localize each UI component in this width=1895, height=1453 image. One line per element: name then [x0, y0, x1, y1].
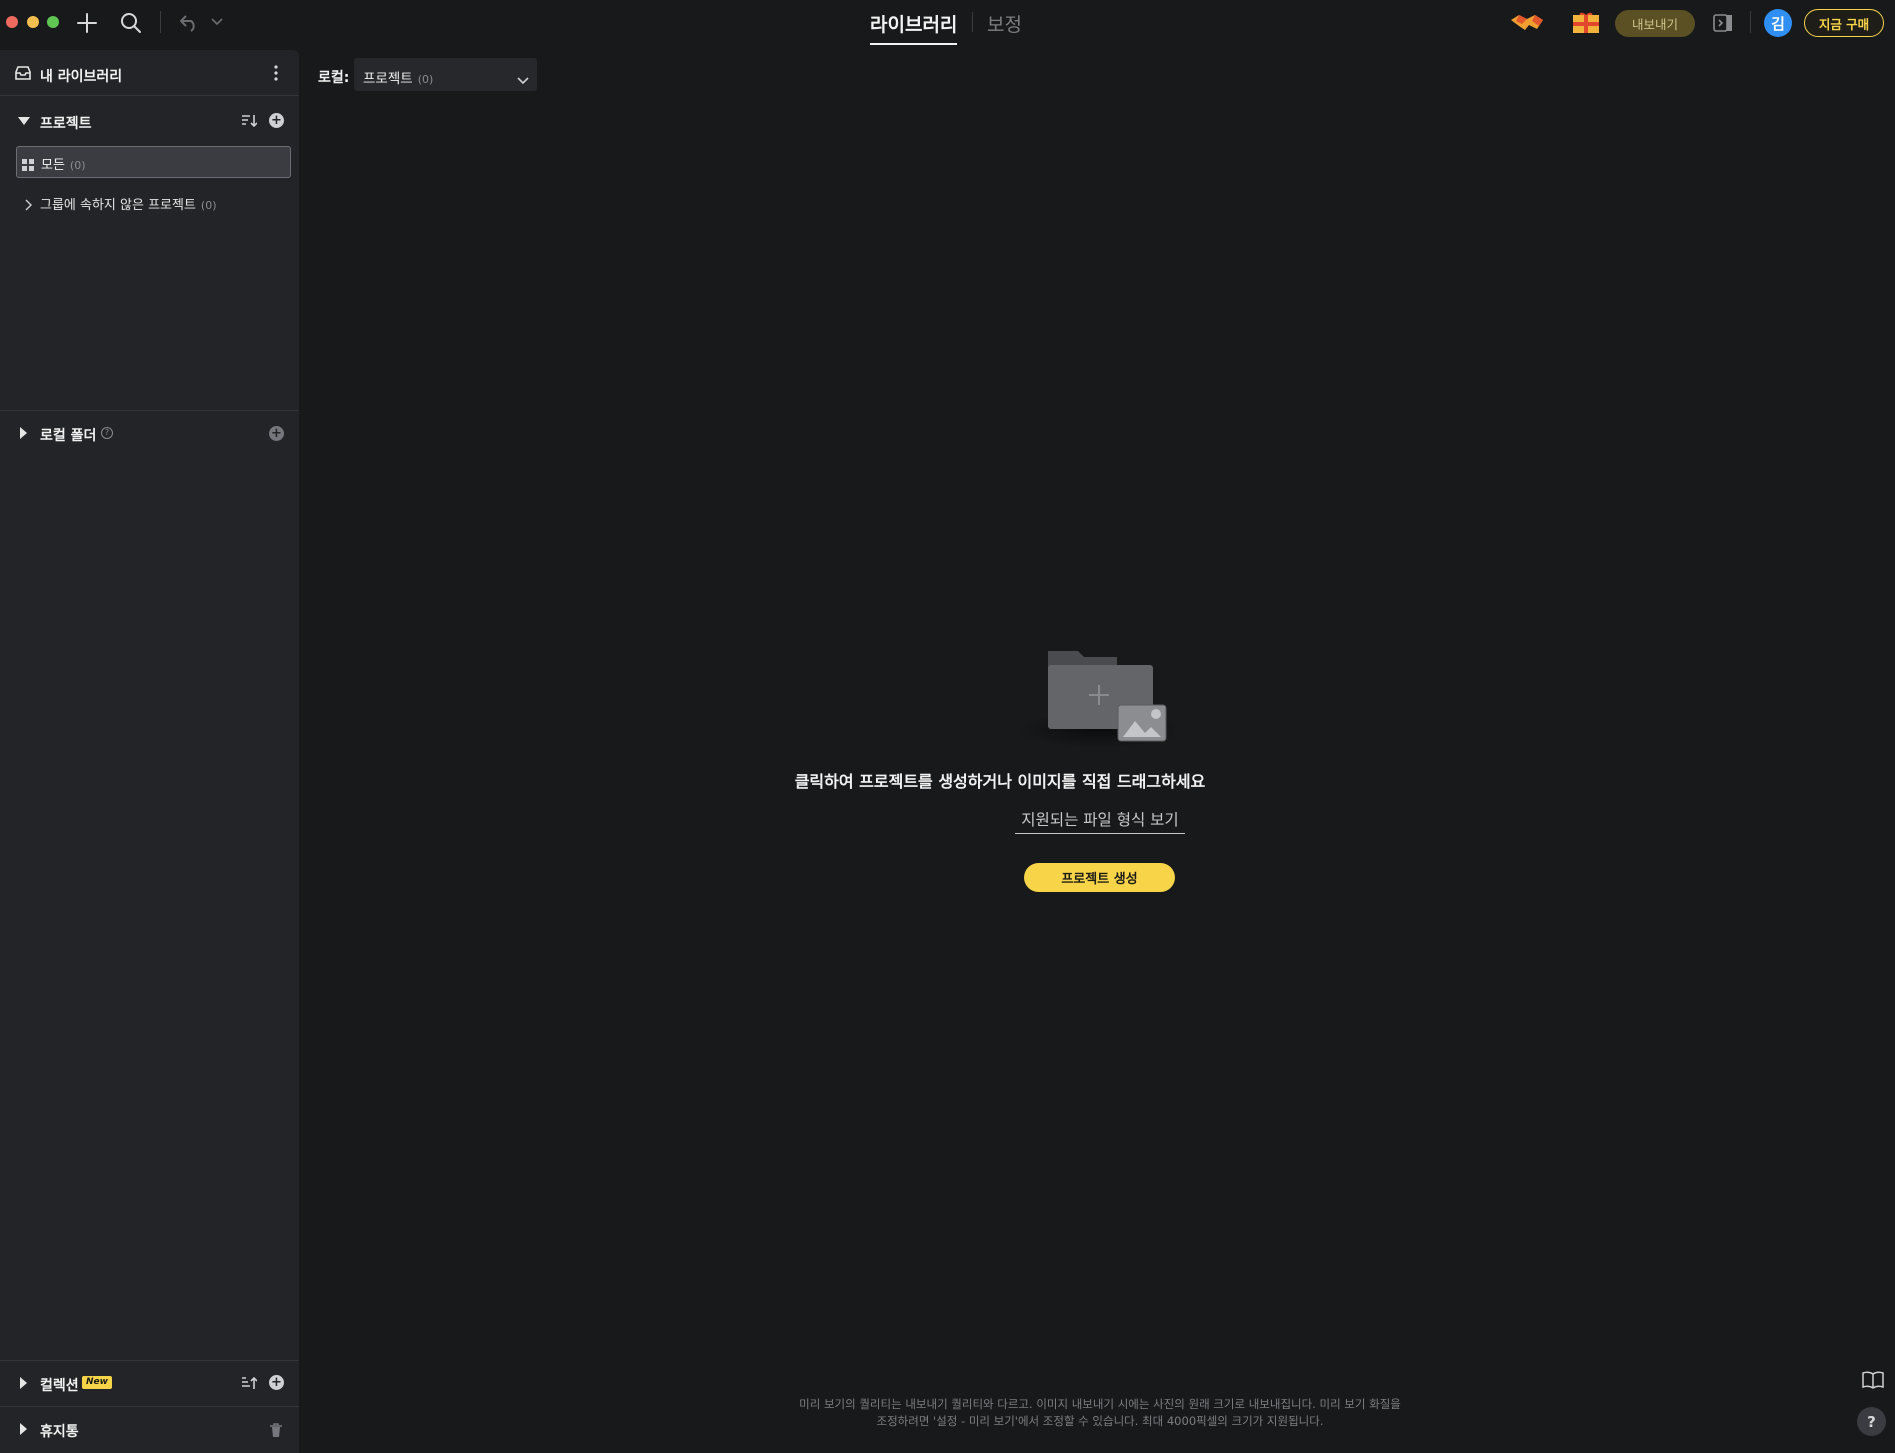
tab-edit[interactable]: 보정 — [987, 10, 1022, 43]
trash-expand-icon[interactable] — [20, 1423, 27, 1435]
local-folder-section-title[interactable]: 로컬 폴더 — [40, 425, 96, 445]
collection-section-title[interactable]: 컬렉션 — [40, 1375, 79, 1395]
sidebar-title: 내 라이브러리 — [40, 69, 123, 85]
filter-label: 로컬: — [318, 70, 350, 86]
projects-section-title[interactable]: 프로젝트 — [40, 113, 92, 133]
item-count: (0) — [69, 159, 86, 172]
sidebar-item-label: 모든 — [41, 158, 65, 173]
help-icon[interactable]: ? — [101, 427, 113, 439]
sort-icon[interactable] — [241, 1375, 258, 1391]
sidebar-item-ungrouped-projects[interactable]: 그룹에 속하지 않은 프로젝트 (0) — [40, 194, 217, 213]
top-bar: 라이브러리 보정 내보내기 김 지금 구매 — [0, 0, 1895, 46]
guide-book-icon[interactable] — [1862, 1371, 1884, 1389]
app-window: 라이브러리 보정 내보내기 김 지금 구매 내 라이브러리 프로젝트 + 모든 … — [0, 0, 1895, 1453]
section-divider — [0, 1360, 299, 1361]
buy-now-button[interactable]: 지금 구매 — [1804, 9, 1884, 37]
filter-select[interactable]: 프로젝트 (0) — [354, 58, 537, 91]
help-button[interactable]: ? — [1857, 1407, 1886, 1436]
create-project-button[interactable]: 프로젝트 생성 — [1024, 863, 1175, 892]
section-divider — [0, 1406, 299, 1407]
add-icon[interactable] — [75, 11, 99, 35]
sidebar: 내 라이브러리 프로젝트 + 모든 (0) 그룹에 속하지 않은 프로젝트 (0) … — [0, 50, 299, 1453]
local-folder-expand-icon[interactable] — [20, 427, 27, 439]
supported-formats-link[interactable]: 지원되는 파일 형식 보기 — [1015, 808, 1185, 834]
sidebar-item-label: 그룹에 속하지 않은 프로젝트 — [40, 198, 196, 213]
grid-icon — [22, 156, 34, 171]
sidebar-header: 내 라이브러리 — [0, 50, 299, 96]
panel-toggle-icon[interactable] — [1712, 12, 1734, 34]
filter-value: 프로젝트 — [363, 71, 413, 87]
add-collection-icon[interactable]: + — [269, 1375, 284, 1390]
trash-icon[interactable] — [270, 1422, 282, 1437]
more-options-icon[interactable] — [270, 64, 282, 82]
empty-state-title: 클릭하여 프로젝트를 생성하거나 이미지를 직접 드래그하세요 — [794, 772, 1206, 791]
search-icon[interactable] — [119, 11, 143, 35]
undo-icon[interactable] — [178, 12, 200, 34]
undo-history-chevron-down-icon[interactable] — [210, 15, 224, 29]
window-close-button[interactable] — [6, 16, 18, 28]
collection-expand-icon[interactable] — [20, 1377, 27, 1389]
export-button[interactable]: 내보내기 — [1615, 10, 1695, 37]
handshake-icon[interactable] — [1508, 10, 1546, 36]
preview-quality-footnote: 미리 보기의 퀄리티는 내보내기 퀄리티와 다르고. 이미지 내보내기 시에는 … — [760, 1396, 1440, 1430]
library-inbox-icon — [15, 65, 31, 80]
window-minimize-button[interactable] — [27, 16, 39, 28]
new-badge: New — [82, 1376, 112, 1389]
gift-icon[interactable] — [1571, 11, 1601, 35]
footnote-line: 미리 보기의 퀄리티는 내보내기 퀄리티와 다르고. 이미지 내보내기 시에는 … — [799, 1397, 1401, 1411]
avatar[interactable]: 김 — [1764, 9, 1792, 37]
add-local-folder-icon[interactable]: + — [269, 426, 284, 441]
add-project-icon[interactable]: + — [269, 113, 284, 128]
filter-count: (0) — [417, 73, 434, 86]
chevron-down-icon — [517, 70, 529, 85]
footnote-line: 조정하려면 '설정 - 미리 보기'에서 조정할 수 있습니다. 최대 4000… — [876, 1414, 1324, 1428]
window-zoom-button[interactable] — [47, 16, 59, 28]
sidebar-item-all-projects[interactable]: 모든 (0) — [16, 146, 291, 178]
tab-library[interactable]: 라이브러리 — [870, 10, 958, 45]
section-divider — [0, 410, 299, 411]
item-count: (0) — [200, 199, 217, 212]
chevron-right-icon[interactable] — [24, 196, 32, 211]
empty-folder-image-icon[interactable] — [1005, 645, 1185, 754]
projects-collapse-icon[interactable] — [18, 117, 30, 125]
sort-icon[interactable] — [241, 113, 258, 129]
trash-section-title[interactable]: 휴지통 — [40, 1421, 79, 1441]
